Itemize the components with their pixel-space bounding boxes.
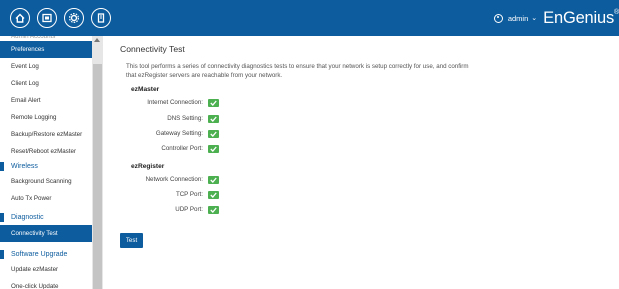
dns-setting-label: DNS Setting: bbox=[167, 115, 203, 122]
controller-port-label: Controller Port: bbox=[161, 145, 203, 152]
check-icon bbox=[208, 145, 219, 153]
sidebar-item-one-click-update[interactable]: One-click Update bbox=[0, 278, 92, 289]
gateway-setting-label: Gateway Setting: bbox=[155, 130, 203, 137]
top-bar: admin ⌄ EnGenius® bbox=[0, 0, 619, 36]
network-connection-label: Network Connection: bbox=[145, 176, 203, 183]
page-title: Connectivity Test bbox=[120, 44, 185, 54]
brand-logo: EnGenius® bbox=[543, 8, 619, 27]
check-icon bbox=[208, 99, 219, 107]
scrollbar-thumb[interactable] bbox=[93, 64, 102, 289]
ezmaster-group-title: ezMaster bbox=[131, 86, 160, 93]
check-icon bbox=[208, 130, 219, 138]
sidebar-item-auto-tx-power[interactable]: Auto Tx Power bbox=[0, 190, 92, 207]
ezregister-group-title: ezRegister bbox=[131, 163, 165, 170]
scroll-up-arrow-icon[interactable] bbox=[94, 38, 100, 42]
sidebar-item-client-log[interactable]: Client Log bbox=[0, 75, 92, 92]
sidebar-item-remote-logging[interactable]: Remote Logging bbox=[0, 109, 92, 126]
page-description: This tool performs a series of connectiv… bbox=[126, 63, 469, 79]
tcp-port-label: TCP Port: bbox=[175, 191, 203, 198]
test-button[interactable]: Test bbox=[120, 233, 143, 248]
home-icon[interactable] bbox=[10, 8, 30, 28]
sidebar-scrollbar[interactable] bbox=[92, 36, 103, 289]
internet-connection-label: Internet Connection: bbox=[147, 99, 203, 106]
sidebar-item-event-log[interactable]: Event Log bbox=[0, 58, 92, 75]
sidebar-item-preferences[interactable]: Preferences bbox=[0, 41, 92, 58]
check-icon bbox=[208, 115, 219, 123]
udp-port-label: UDP Port: bbox=[175, 206, 203, 213]
sidebar-item-connectivity-test[interactable]: Connectivity Test bbox=[0, 225, 92, 242]
check-icon bbox=[208, 191, 219, 199]
sidebar-item-background-scanning[interactable]: Background Scanning bbox=[0, 173, 92, 190]
user-menu[interactable]: admin bbox=[508, 14, 528, 23]
main-content: Connectivity Test This tool performs a s… bbox=[103, 36, 619, 289]
sidebar-item-update-ezmaster[interactable]: Update ezMaster bbox=[0, 261, 92, 278]
dashboard-icon[interactable] bbox=[37, 8, 57, 28]
sidebar: Admin Accounts Preferences Event Log Cli… bbox=[0, 36, 103, 289]
user-icon bbox=[493, 13, 503, 23]
sidebar-item-backup-restore[interactable]: Backup/Restore ezMaster bbox=[0, 126, 92, 143]
settings-icon[interactable] bbox=[64, 8, 84, 28]
check-icon bbox=[208, 176, 219, 184]
building-icon[interactable] bbox=[91, 8, 111, 28]
check-icon bbox=[208, 206, 219, 214]
user-area: admin ⌄ EnGenius® bbox=[493, 0, 619, 36]
chevron-down-icon[interactable]: ⌄ bbox=[531, 14, 537, 22]
sidebar-section-diagnostic[interactable]: Diagnostic bbox=[0, 209, 92, 226]
sidebar-item-email-alert[interactable]: Email Alert bbox=[0, 92, 92, 109]
